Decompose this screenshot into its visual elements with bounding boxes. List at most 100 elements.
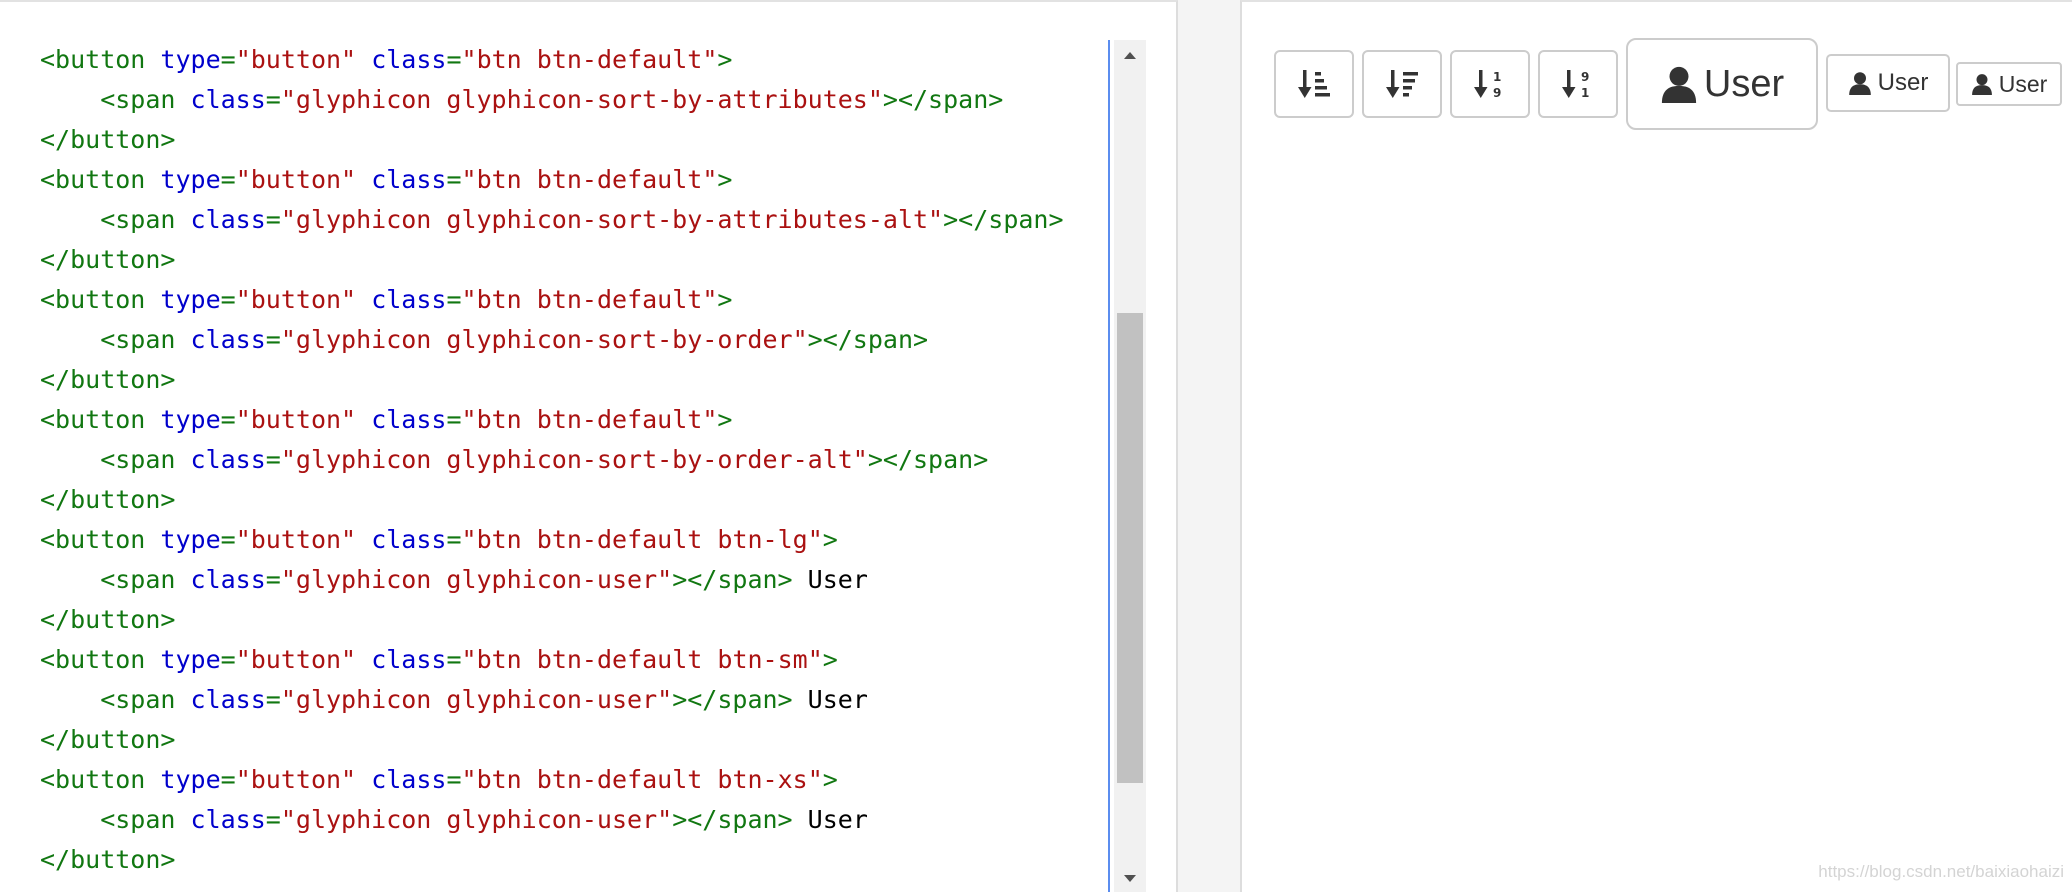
code-token: </button> bbox=[40, 845, 176, 874]
code-token: </button> bbox=[40, 605, 176, 634]
code-line: </button> bbox=[40, 240, 175, 280]
code-token: ></span> bbox=[672, 565, 793, 594]
code-token: = bbox=[446, 285, 462, 314]
code-token: <button bbox=[40, 765, 161, 794]
sort-by-attributes-button[interactable] bbox=[1274, 50, 1354, 118]
code-token: type bbox=[160, 645, 221, 674]
svg-text:1: 1 bbox=[1581, 86, 1589, 99]
code-token: class bbox=[190, 805, 266, 834]
code-editor-panel: <button type="button" class="btn btn-def… bbox=[0, 0, 1178, 892]
code-token: type bbox=[160, 165, 221, 194]
code-line: <span class="glyphicon glyphicon-user"><… bbox=[40, 800, 868, 840]
code-line: <span class="glyphicon glyphicon-user"><… bbox=[40, 680, 868, 720]
code-token: "button" bbox=[235, 525, 357, 554]
scrollbar-thumb[interactable] bbox=[1117, 313, 1143, 783]
code-line: <button type="button" class="btn btn-def… bbox=[40, 400, 732, 440]
scroll-up-button[interactable] bbox=[1114, 40, 1146, 70]
code-token: "glyphicon glyphicon-user" bbox=[280, 805, 673, 834]
code-token: > bbox=[717, 285, 733, 314]
code-editor[interactable]: <button type="button" class="btn btn-def… bbox=[0, 40, 1110, 892]
code-line: </button> bbox=[40, 360, 175, 400]
user-extra-small-button[interactable]: User bbox=[1956, 62, 2062, 106]
code-token: </button> bbox=[40, 245, 176, 274]
code-token: </button> bbox=[40, 485, 176, 514]
code-token: ></span> bbox=[943, 205, 1064, 234]
code-token: = bbox=[265, 205, 281, 234]
code-line: </button> bbox=[40, 480, 175, 520]
code-line: </button> bbox=[40, 120, 175, 160]
code-token: = bbox=[446, 525, 462, 554]
code-line: <button type="button" class="btn btn-def… bbox=[40, 520, 838, 560]
code-token: ></span> bbox=[672, 685, 793, 714]
code-token: class bbox=[190, 325, 266, 354]
code-token: = bbox=[446, 405, 462, 434]
code-token: <button bbox=[40, 645, 161, 674]
user-large-button[interactable]: User bbox=[1626, 38, 1818, 130]
button-label: User bbox=[1703, 62, 1785, 105]
code-token: = bbox=[220, 645, 236, 674]
code-token: > bbox=[822, 525, 838, 554]
code-line: <span class="glyphicon glyphicon-sort-by… bbox=[40, 80, 1003, 120]
sort-by-attributes-icon bbox=[1298, 70, 1330, 98]
code-line: <button type="button" class="btn btn-def… bbox=[40, 760, 838, 800]
sort-by-attributes-alt-icon bbox=[1386, 70, 1418, 98]
code-token: type bbox=[160, 45, 221, 74]
panel-divider[interactable] bbox=[1178, 0, 1240, 892]
code-line: <span class="glyphicon glyphicon-sort-by… bbox=[40, 320, 928, 360]
svg-text:9: 9 bbox=[1581, 70, 1589, 84]
code-token: = bbox=[265, 565, 281, 594]
scroll-down-button[interactable] bbox=[1114, 864, 1146, 892]
sort-by-order-alt-button[interactable]: 9 1 bbox=[1538, 50, 1618, 118]
button-label: User bbox=[1998, 70, 2048, 97]
code-token: type bbox=[160, 405, 221, 434]
editor-scrollbar[interactable] bbox=[1114, 40, 1146, 892]
triangle-down-icon bbox=[1124, 875, 1136, 882]
code-token: type bbox=[160, 285, 221, 314]
code-token: = bbox=[265, 85, 281, 114]
code-line: </button> bbox=[40, 840, 175, 880]
code-token: "btn btn-default btn-lg" bbox=[461, 525, 823, 554]
code-token: class bbox=[371, 645, 447, 674]
code-token: ></span> bbox=[807, 325, 929, 354]
code-token: <button bbox=[40, 45, 161, 74]
code-line: <span class="glyphicon glyphicon-user"><… bbox=[40, 560, 868, 600]
sort-by-order-button[interactable]: 1 9 bbox=[1450, 50, 1530, 118]
code-token: "button" bbox=[235, 165, 357, 194]
sort-by-order-icon: 1 9 bbox=[1474, 70, 1501, 99]
watermark: https://blog.csdn.net/baixiaohaizi bbox=[1818, 862, 2064, 881]
user-icon bbox=[1971, 74, 1992, 95]
triangle-up-icon bbox=[1124, 52, 1136, 59]
code-token: > bbox=[717, 165, 733, 194]
code-token: "glyphicon glyphicon-user" bbox=[280, 565, 673, 594]
code-token: </button> bbox=[40, 725, 176, 754]
code-token: <button bbox=[40, 285, 161, 314]
code-token: ></span> bbox=[672, 805, 793, 834]
svg-text:1: 1 bbox=[1493, 70, 1501, 84]
code-token: = bbox=[446, 165, 462, 194]
code-token: = bbox=[265, 445, 281, 474]
code-token: = bbox=[265, 325, 281, 354]
code-token: "button" bbox=[235, 645, 357, 674]
code-line: <span class="glyphicon glyphicon-sort-by… bbox=[40, 200, 1064, 240]
code-token: <span bbox=[40, 325, 191, 354]
code-token: "button" bbox=[235, 765, 357, 794]
code-token: User bbox=[792, 805, 868, 834]
code-token: <span bbox=[40, 85, 191, 114]
user-small-button[interactable]: User bbox=[1826, 54, 1950, 112]
code-line: <span class="glyphicon glyphicon-sort-by… bbox=[40, 440, 988, 480]
code-token: class bbox=[190, 205, 266, 234]
code-token: = bbox=[220, 405, 236, 434]
sort-by-attributes-alt-button[interactable] bbox=[1362, 50, 1442, 118]
code-token: > bbox=[717, 405, 733, 434]
sort-by-order-alt-icon: 9 1 bbox=[1562, 70, 1589, 99]
code-token: "glyphicon glyphicon-user" bbox=[280, 685, 673, 714]
user-icon bbox=[1848, 72, 1871, 95]
code-token: "btn btn-default" bbox=[461, 405, 718, 434]
code-token: ></span> bbox=[867, 445, 989, 474]
